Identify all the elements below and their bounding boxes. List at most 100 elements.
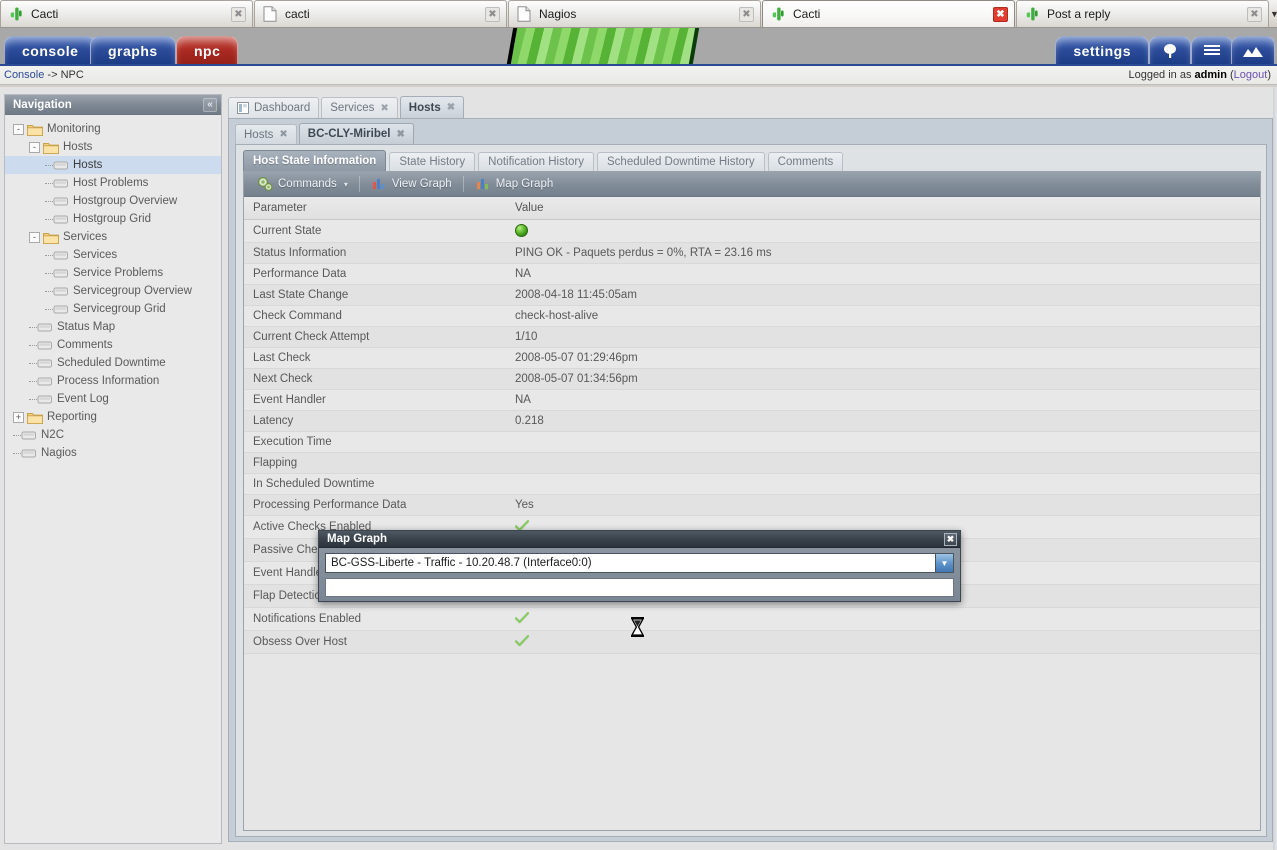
close-icon[interactable]: ✖ <box>993 6 1008 22</box>
cactus-icon <box>9 6 25 22</box>
breadcrumb-console-link[interactable]: Console <box>4 69 44 81</box>
sidebar-item-process-information[interactable]: Process Information <box>5 372 221 390</box>
sidebar-item-label: Status Map <box>57 321 116 333</box>
table-cell-value <box>506 473 1260 495</box>
sidebar-item-servicegroup-grid[interactable]: Servicegroup Grid <box>5 300 221 318</box>
breadcrumb-bar: Console -> NPC Logged in as admin (Logou… <box>0 64 1277 85</box>
sidebar-item-hosts[interactable]: - Hosts <box>5 138 221 156</box>
tab-scroll-arrow[interactable]: ▼ <box>1270 0 1277 27</box>
close-icon[interactable]: ✖ <box>396 129 404 140</box>
sidebar-item-servicegroup-overview[interactable]: Servicegroup Overview <box>5 282 221 300</box>
sidebar-item-service-problems[interactable]: Service Problems <box>5 264 221 282</box>
page-icon <box>37 395 52 403</box>
close-icon[interactable]: ✖ <box>944 532 957 546</box>
tab-dashboard[interactable]: Dashboard <box>228 97 320 118</box>
cactus-icon <box>1026 7 1038 21</box>
sidebar-item-host-problems[interactable]: Host Problems <box>5 174 221 192</box>
sidebar-item-nagios[interactable]: Nagios <box>5 444 221 462</box>
table-cell-parameter: Latency <box>244 410 506 432</box>
table-cell-parameter: Status Information <box>244 242 506 264</box>
nav-tab-settings[interactable]: settings <box>1055 36 1149 64</box>
tree-toggle-icon[interactable]: + <box>13 411 24 423</box>
table-header-row: Parameter Value <box>244 197 1260 220</box>
tab-services[interactable]: Services ✖ <box>321 97 398 118</box>
sidebar-item-services[interactable]: - Services <box>5 228 221 246</box>
page-icon <box>53 287 68 295</box>
breadcrumb: Console -> NPC <box>0 69 84 81</box>
chevron-down-icon[interactable]: ▼ <box>935 554 953 572</box>
tree-toggle-icon[interactable]: - <box>29 141 40 153</box>
folder-icon <box>43 232 59 244</box>
document-icon <box>263 6 277 22</box>
sidebar-item-label: Host Problems <box>73 177 149 189</box>
nav-tab-tree[interactable] <box>1149 36 1191 64</box>
close-icon[interactable]: ✖ <box>739 6 754 22</box>
tree-icon <box>1164 43 1176 58</box>
browser-tab-4[interactable]: Cacti ✖ <box>762 0 1015 27</box>
close-icon[interactable]: ✖ <box>279 129 287 140</box>
collapse-sidebar-icon[interactable]: « <box>203 97 217 112</box>
table-row: Performance Data NA <box>244 263 1260 285</box>
sidebar-item-monitoring[interactable]: - Monitoring <box>5 120 221 138</box>
nav-tab-list[interactable] <box>1191 36 1233 64</box>
nav-tab-graph-view[interactable] <box>1231 36 1275 64</box>
map-graph-label: Map Graph <box>495 178 554 190</box>
map-graph-button[interactable]: Map Graph <box>468 174 561 195</box>
vertical-scrollbar[interactable] <box>1273 87 1277 850</box>
table-row: Last Check 2008-05-07 01:29:46pm <box>244 347 1260 369</box>
table-row: Obsess Over Host <box>244 630 1260 654</box>
close-icon[interactable]: ✖ <box>380 103 388 114</box>
tree-connector <box>45 272 53 274</box>
inner-tab-hosts[interactable]: Hosts ✖ <box>235 124 297 144</box>
close-icon[interactable]: ✖ <box>1247 6 1262 22</box>
sidebar-item-comments[interactable]: Comments <box>5 336 221 354</box>
close-icon[interactable]: ✖ <box>485 6 500 22</box>
browser-tab-1[interactable]: Cacti ✖ <box>0 0 253 27</box>
sub-tab-state-history[interactable]: State History <box>389 152 476 171</box>
commands-button[interactable]: Commands ▾ <box>250 174 355 195</box>
table-cell-parameter: Current State <box>244 219 506 243</box>
sub-tab-scheduled-downtime-history[interactable]: Scheduled Downtime History <box>597 152 765 171</box>
sidebar-item-hosts[interactable]: Hosts <box>5 156 221 174</box>
table-cell-parameter: Next Check <box>244 368 506 390</box>
tree-toggle-icon[interactable]: - <box>29 231 40 243</box>
browser-tab-3[interactable]: Nagios ✖ <box>508 0 761 27</box>
tab-hosts[interactable]: Hosts ✖ <box>399 96 465 118</box>
browser-tab-2[interactable]: cacti ✖ <box>254 0 507 27</box>
nav-tab-graphs[interactable]: graphs <box>90 36 176 64</box>
sidebar-item-services[interactable]: Services <box>5 246 221 264</box>
close-icon[interactable]: ✖ <box>231 6 246 22</box>
sidebar-item-status-map[interactable]: Status Map <box>5 318 221 336</box>
table-cell-value: 2008-05-07 01:29:46pm <box>506 347 1260 369</box>
cactus-icon <box>10 7 22 21</box>
sidebar-item-hostgroup-overview[interactable]: Hostgroup Overview <box>5 192 221 210</box>
tree-toggle-icon[interactable]: - <box>13 123 24 135</box>
graph-select-dropdown[interactable]: BC-GSS-Liberte - Traffic - 10.20.48.7 (I… <box>325 553 954 573</box>
table-cell-value: 2008-04-18 11:45:05am <box>506 284 1260 306</box>
table-row: Processing Performance Data Yes <box>244 494 1260 516</box>
page-icon <box>53 305 68 313</box>
folder-icon <box>27 124 43 136</box>
sidebar-item-scheduled-downtime[interactable]: Scheduled Downtime <box>5 354 221 372</box>
sub-tab-notification-history[interactable]: Notification History <box>478 152 595 171</box>
sub-tab-host-state-information[interactable]: Host State Information <box>243 150 387 171</box>
table-row: Next Check 2008-05-07 01:34:56pm <box>244 368 1260 390</box>
sub-tab-comments[interactable]: Comments <box>767 152 844 171</box>
inner-tab-panel: Host State Information State History Notif… <box>235 144 1267 837</box>
table-header-parameter: Parameter <box>244 197 506 220</box>
map-graph-dialog-title: Map Graph <box>327 533 388 545</box>
logout-link[interactable]: Logout <box>1234 69 1268 81</box>
map-graph-dialog-titlebar[interactable]: Map Graph ✖ <box>319 531 960 548</box>
nav-tab-npc[interactable]: npc <box>176 36 239 64</box>
browser-tab-5[interactable]: Post a reply ✖ <box>1016 0 1269 27</box>
inner-tab-bc-cly-miribel[interactable]: BC-CLY-Miribel ✖ <box>298 123 414 144</box>
view-graph-button[interactable]: View Graph <box>364 174 459 195</box>
page-icon <box>37 323 52 331</box>
outer-tab-panel: Hosts ✖ BC-CLY-Miribel ✖ Host State Informa… <box>228 118 1273 842</box>
close-icon[interactable]: ✖ <box>447 102 455 113</box>
sidebar-item-reporting[interactable]: + Reporting <box>5 408 221 426</box>
sidebar-item-event-log[interactable]: Event Log <box>5 390 221 408</box>
sidebar-item-hostgroup-grid[interactable]: Hostgroup Grid <box>5 210 221 228</box>
sidebar-item-n2c[interactable]: N2C <box>5 426 221 444</box>
nav-tab-console[interactable]: console <box>4 36 97 64</box>
